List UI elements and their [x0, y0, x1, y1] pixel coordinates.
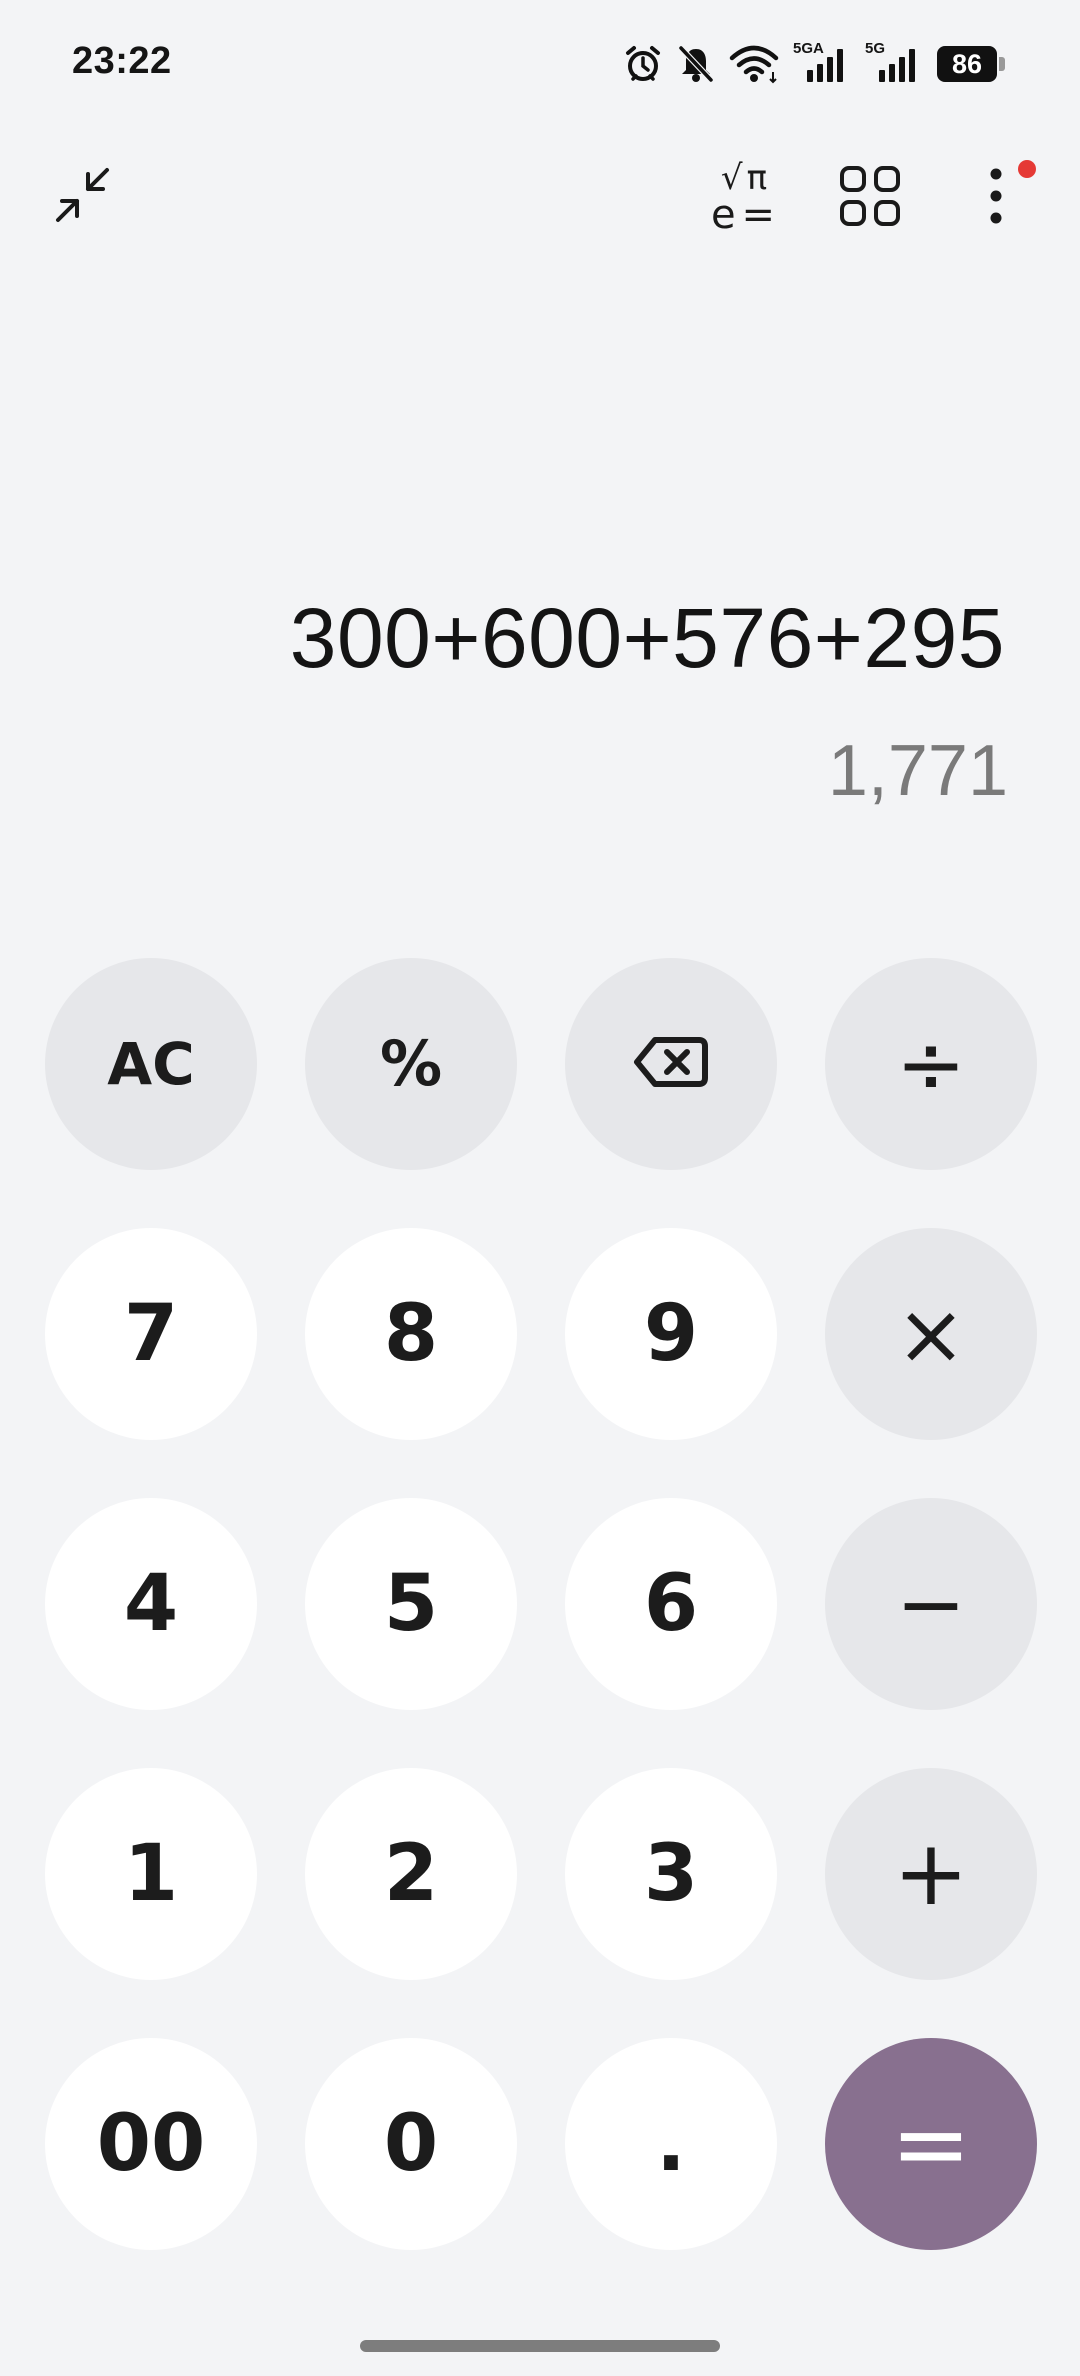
key-1[interactable]: 1 [45, 1768, 257, 1980]
key-8[interactable]: 8 [305, 1228, 517, 1440]
apps-grid-icon [838, 164, 902, 233]
percent-button[interactable]: % [305, 958, 517, 1170]
key-00[interactable]: 00 [45, 2038, 257, 2250]
status-bar: 23:22 5GA 5G 86 [0, 0, 1080, 130]
plus-label: + [893, 1821, 969, 1926]
minus-label: − [895, 1555, 967, 1653]
key-00-label: 00 [96, 2099, 206, 2189]
key-9[interactable]: 9 [565, 1228, 777, 1440]
scientific-top-label: √π [720, 158, 772, 198]
battery-level: 86 [937, 46, 997, 82]
key-3-label: 3 [643, 1829, 699, 1919]
key-2-label: 2 [383, 1829, 439, 1919]
notification-dot [1018, 160, 1036, 178]
multiply-label: × [895, 1285, 967, 1383]
home-indicator[interactable] [360, 2340, 720, 2352]
decimal-point-button[interactable]: . [565, 2038, 777, 2250]
key-6-label: 6 [643, 1559, 699, 1649]
battery-icon: 86 [937, 46, 1005, 82]
key-3[interactable]: 3 [565, 1768, 777, 1980]
backspace-button[interactable] [565, 958, 777, 1170]
scientific-icon: √π e= [711, 161, 781, 235]
key-5-label: 5 [383, 1559, 439, 1649]
signal-5ga-icon: 5GA [793, 40, 851, 84]
decimal-point-label: . [656, 2099, 686, 2189]
all-clear-label: AC [107, 1030, 195, 1098]
scientific-mode-button[interactable]: √π e= [698, 150, 794, 246]
scientific-bottom-label: e= [710, 192, 782, 238]
divide-label: ÷ [895, 1015, 967, 1113]
apps-grid-button[interactable] [822, 150, 918, 246]
collapse-button[interactable] [36, 150, 132, 246]
alarm-icon [623, 44, 663, 84]
key-9-label: 9 [643, 1289, 699, 1379]
key-0[interactable]: 0 [305, 2038, 517, 2250]
key-4[interactable]: 4 [45, 1498, 257, 1710]
bell-muted-icon [677, 44, 715, 84]
equals-label: = [890, 2088, 972, 2200]
equals-button[interactable]: = [825, 2038, 1037, 2250]
battery-tip [999, 57, 1005, 71]
more-menu-icon [986, 164, 1006, 233]
wifi-icon [729, 44, 779, 84]
key-0-label: 0 [383, 2099, 439, 2189]
key-7-label: 7 [123, 1289, 179, 1379]
key-5[interactable]: 5 [305, 1498, 517, 1710]
key-2[interactable]: 2 [305, 1768, 517, 1980]
key-8-label: 8 [383, 1289, 439, 1379]
minus-button[interactable]: − [825, 1498, 1037, 1710]
status-time: 23:22 [72, 40, 172, 82]
divide-button[interactable]: ÷ [825, 958, 1037, 1170]
collapse-icon [52, 164, 116, 233]
signal-5g-icon: 5G [865, 40, 923, 84]
key-1-label: 1 [123, 1829, 179, 1919]
status-icons: 5GA 5G 86 [623, 40, 1005, 86]
expression-display: 300+600+576+295 [289, 591, 1005, 685]
percent-label: % [379, 1027, 443, 1100]
result-preview: 1,771 [827, 731, 1008, 811]
multiply-button[interactable]: × [825, 1228, 1037, 1440]
key-7[interactable]: 7 [45, 1228, 257, 1440]
key-6[interactable]: 6 [565, 1498, 777, 1710]
plus-button[interactable]: + [825, 1768, 1037, 1980]
more-menu-button[interactable] [948, 150, 1044, 246]
all-clear-button[interactable]: AC [45, 958, 257, 1170]
backspace-icon [633, 1019, 709, 1109]
key-4-label: 4 [123, 1559, 179, 1649]
